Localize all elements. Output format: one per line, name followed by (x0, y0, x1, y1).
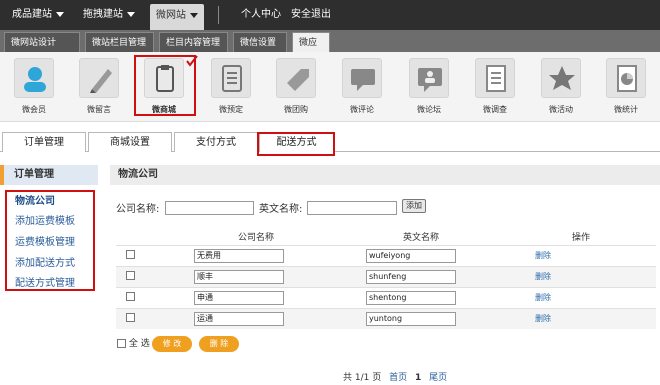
nav-tzjz[interactable]: 拖拽建站 (83, 0, 135, 30)
app-survey[interactable] (475, 58, 515, 98)
app-member[interactable] (14, 58, 54, 98)
subtab-wechat-settings[interactable]: 微信设置 (233, 32, 287, 52)
col-operation: 操作 (506, 229, 656, 245)
table-row: 无费用 wufeiyong 删除 (116, 244, 656, 266)
app-survey-label: 微调查 (483, 105, 507, 114)
row-checkbox[interactable] (126, 291, 135, 301)
col-english-name: 英文名称 (336, 229, 506, 245)
nav-label: 拖拽建站 (83, 9, 123, 20)
row-delete-link[interactable]: 删除 (535, 251, 551, 260)
pagination: 共 1/1 页 首页 1 尾页 (343, 370, 447, 383)
row-english-input[interactable]: shentong (366, 290, 456, 305)
nav-label: 成品建站 (12, 9, 52, 20)
select-all-label: 全 选 (128, 339, 150, 349)
select-all-checkbox[interactable] (117, 339, 126, 348)
pen-icon (90, 69, 112, 93)
row-english-input[interactable]: shunfeng (366, 269, 456, 284)
row-delete-link[interactable]: 删除 (535, 272, 551, 281)
sidebar-title: 订单管理 (0, 165, 98, 185)
row-checkbox[interactable] (126, 270, 135, 280)
row-company-input[interactable]: 运通 (194, 311, 284, 326)
row-checkbox[interactable] (126, 249, 135, 259)
nav-personal-center[interactable]: 个人中心 (241, 0, 281, 30)
nav-label: 微网站 (156, 10, 186, 21)
app-comment-label: 微评论 (350, 105, 374, 114)
table-row: 顺丰 shunfeng 删除 (116, 265, 656, 287)
row-company-input[interactable]: 无费用 (194, 248, 284, 263)
delete-button[interactable]: 删 除 (199, 336, 239, 352)
english-name-input[interactable] (307, 201, 397, 215)
speech-bubble-icon (351, 69, 375, 91)
app-stats-label: 微统计 (614, 105, 638, 114)
app-reserve-label: 微预定 (219, 105, 243, 114)
app-reserve[interactable] (211, 58, 251, 98)
app-groupbuy[interactable] (276, 58, 316, 98)
app-stats[interactable] (606, 58, 646, 98)
app-activity[interactable] (541, 58, 581, 98)
first-page-link[interactable]: 首页 (389, 373, 407, 383)
row-company-input[interactable]: 顺丰 (194, 269, 284, 284)
app-message[interactable] (79, 58, 119, 98)
panel-title: 物流公司 (110, 165, 660, 185)
subtab-column-manage[interactable]: 微站栏目管理 (85, 32, 154, 52)
app-forum-label: 微论坛 (417, 105, 441, 114)
logistics-table: 公司名称 英文名称 操作 无费用 wufeiyong 删除 顺丰 shunfen… (116, 229, 656, 329)
checklist-icon (222, 65, 242, 92)
star-icon (549, 66, 575, 90)
current-page: 1 (414, 373, 422, 383)
company-label: 公司名称: (116, 204, 160, 215)
nav-cpjz[interactable]: 成品建站 (12, 0, 64, 30)
sub-tabs: 微网站设计 微站栏目管理 栏目内容管理 微信设置 微应用 (0, 30, 660, 68)
app-icon-strip: 微会员 微留言 微商城 微预定 微团购 微评论 微论坛 微调查 微活动 微统计 (0, 52, 660, 122)
row-english-input[interactable]: yuntong (366, 311, 456, 326)
nav-divider (218, 6, 219, 24)
highlight-box (5, 190, 95, 291)
chevron-down-icon (127, 11, 135, 17)
col-company-name: 公司名称 (176, 229, 336, 245)
app-member-label: 微会员 (22, 105, 46, 114)
row-delete-link[interactable]: 删除 (535, 293, 551, 302)
table-row: 申通 shentong 删除 (116, 286, 656, 308)
company-name-input[interactable] (165, 201, 254, 215)
tab-mall-settings[interactable]: 商城设置 (88, 132, 172, 152)
app-comment[interactable] (342, 58, 382, 98)
bulk-actions: 全 选 (117, 336, 150, 352)
chevron-down-icon (190, 12, 198, 18)
app-activity-label: 微活动 (549, 105, 573, 114)
app-groupbuy-label: 微团购 (284, 105, 308, 114)
document-icon (486, 65, 506, 92)
highlight-box (134, 55, 196, 116)
app-message-label: 微留言 (87, 105, 111, 114)
top-nav: 成品建站 拖拽建站 微网站 个人中心 安全退出 (0, 0, 660, 30)
nav-logout[interactable]: 安全退出 (291, 0, 331, 30)
tab-payment[interactable]: 支付方式 (174, 132, 258, 152)
edit-button[interactable]: 修 改 (152, 336, 192, 352)
tab-order-manage[interactable]: 订单管理 (2, 132, 86, 152)
pie-chart-document-icon (617, 65, 637, 92)
row-checkbox[interactable] (126, 312, 135, 322)
table-row: 运通 yuntong 删除 (116, 307, 656, 329)
tag-icon (287, 69, 309, 91)
subtab-micro-apps[interactable]: 微应用 (292, 32, 330, 68)
user-icon (24, 67, 46, 92)
add-button[interactable]: 添加 (402, 199, 426, 213)
page-info: 共 1/1 页 (343, 373, 382, 383)
subtab-site-design[interactable]: 微网站设计 (4, 32, 80, 52)
row-delete-link[interactable]: 删除 (535, 314, 551, 323)
english-label: 英文名称: (259, 204, 303, 215)
row-company-input[interactable]: 申通 (194, 290, 284, 305)
nav-wwz[interactable]: 微网站 (150, 4, 204, 30)
app-forum[interactable] (409, 58, 449, 98)
chevron-down-icon (56, 11, 64, 17)
chat-user-icon (418, 68, 442, 92)
highlight-box (257, 132, 335, 156)
row-english-input[interactable]: wufeiyong (366, 248, 456, 263)
subtab-content-manage[interactable]: 栏目内容管理 (159, 32, 228, 52)
last-page-link[interactable]: 尾页 (429, 373, 447, 383)
